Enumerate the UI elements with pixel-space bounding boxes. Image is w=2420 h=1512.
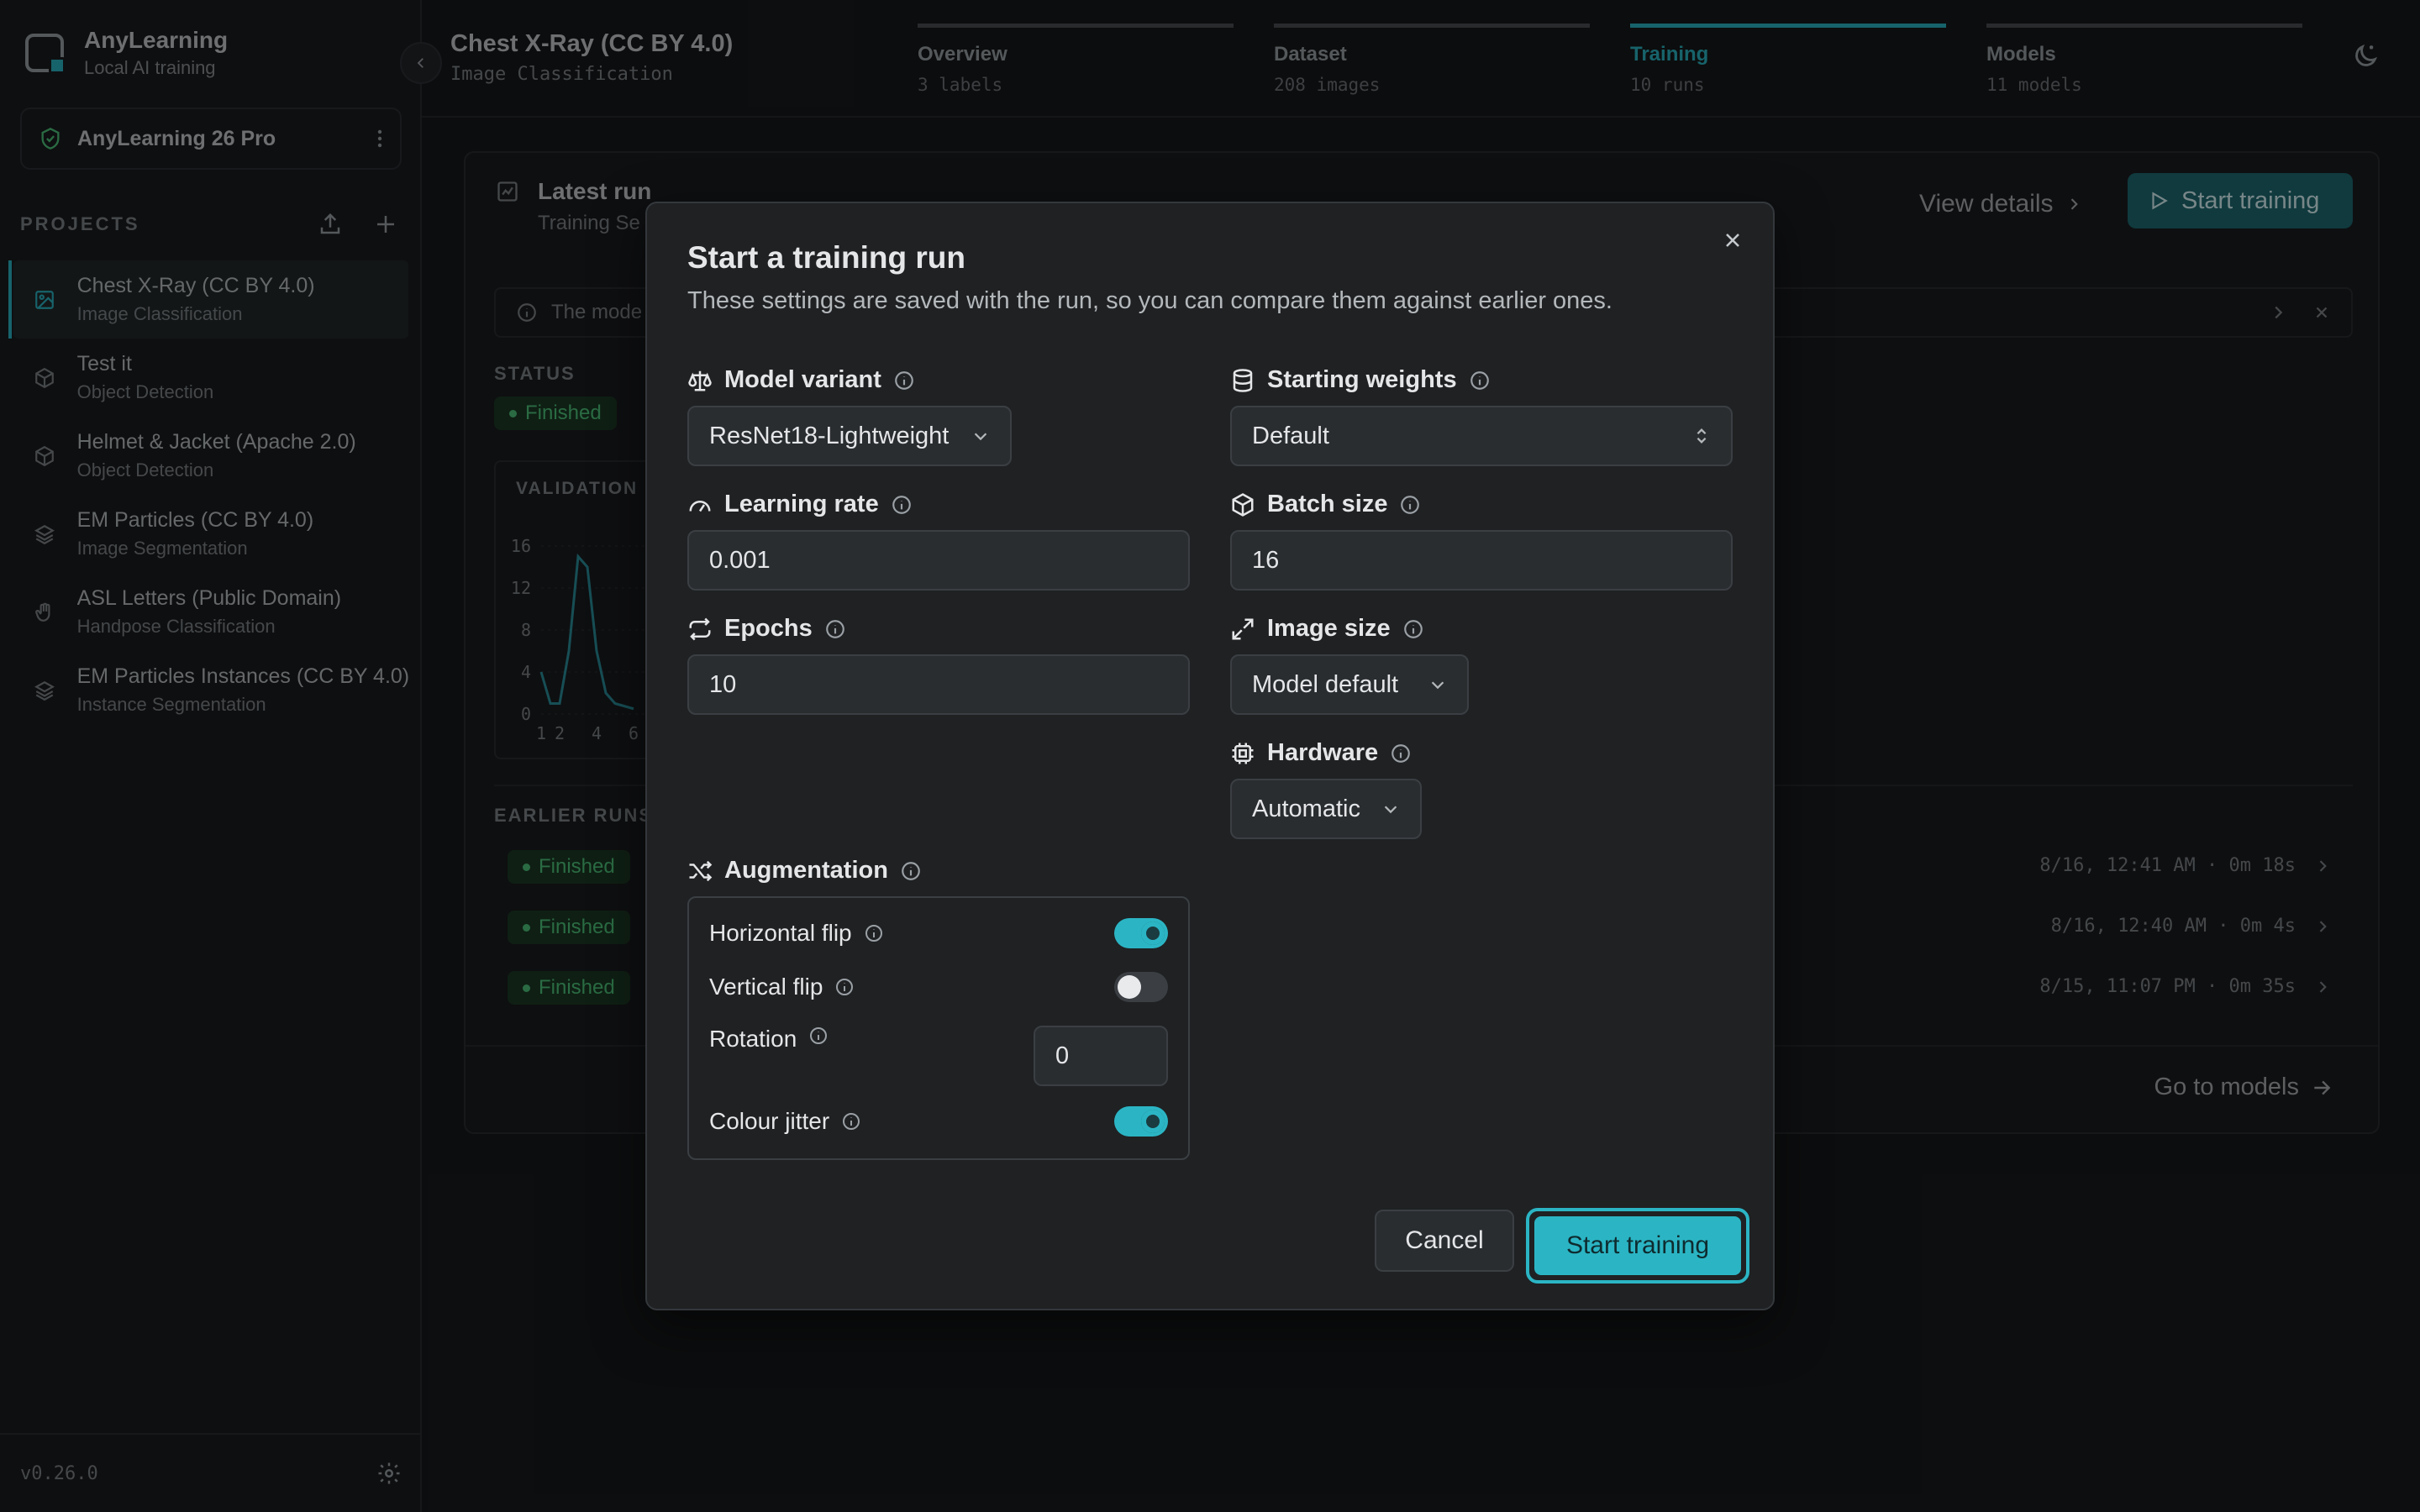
hardware-label: Hardware <box>1267 739 1379 766</box>
starting-weights-select[interactable]: Default <box>1230 406 1733 466</box>
vertical-flip-row: Vertical flip <box>709 972 1168 1002</box>
rotation-row: Rotation <box>709 1026 1168 1086</box>
starting-weights-field: Starting weights Default <box>1230 366 1733 466</box>
info-icon[interactable] <box>1402 618 1424 640</box>
cpu-icon <box>1230 741 1255 766</box>
close-icon[interactable] <box>1721 228 1744 252</box>
info-icon[interactable] <box>1390 743 1412 764</box>
model-variant-value: ResNet18-Lightweight <box>709 422 950 449</box>
batch-size-input[interactable] <box>1230 530 1733 591</box>
batch-size-field: Batch size <box>1230 491 1733 591</box>
shuffle-icon <box>687 858 713 884</box>
colour-jitter-label: Colour jitter <box>709 1108 830 1134</box>
start-training-button[interactable]: Start training <box>1526 1208 1749 1284</box>
info-icon[interactable] <box>864 923 884 943</box>
info-icon[interactable] <box>900 860 922 882</box>
learning-rate-label: Learning rate <box>724 491 879 517</box>
gauge-icon <box>687 492 713 517</box>
learning-rate-input[interactable] <box>687 530 1190 591</box>
expand-icon <box>1230 617 1255 642</box>
image-size-value: Model default <box>1252 670 1399 698</box>
augmentation-options: Horizontal flip Vertical flip Rotation 0… <box>687 896 1190 1160</box>
repeat-icon <box>687 617 713 642</box>
info-icon[interactable] <box>824 618 846 640</box>
rotation-label: Rotation <box>709 1026 797 1052</box>
info-icon[interactable] <box>841 1111 861 1131</box>
colour-jitter-row: Colour jitter <box>709 1106 1168 1137</box>
model-variant-field: Model variant ResNet18-Lightweight <box>687 366 1012 466</box>
learning-rate-field: Learning rate <box>687 491 1190 591</box>
start-training-dialog: Start a training run These settings are … <box>645 202 1775 1310</box>
hardware-field: Hardware Automatic <box>1230 739 1422 839</box>
vertical-flip-label: Vertical flip <box>709 974 823 1000</box>
horizontal-flip-toggle[interactable] <box>1114 918 1168 948</box>
dialog-description: These settings are saved with the run, s… <box>687 287 1612 314</box>
image-size-label: Image size <box>1267 615 1391 642</box>
info-icon[interactable] <box>808 1026 829 1046</box>
vertical-flip-toggle[interactable] <box>1114 972 1168 1002</box>
horizontal-flip-row: Horizontal flip <box>709 918 1168 948</box>
scale-icon <box>687 368 713 393</box>
chevron-up-down-icon <box>1692 424 1711 448</box>
augmentation-field: Augmentation Horizontal flip Vertical fl… <box>687 857 1190 1160</box>
cancel-button[interactable]: Cancel <box>1375 1210 1514 1272</box>
start-training-label: Start training <box>1534 1216 1741 1275</box>
epochs-field: Epochs <box>687 615 1190 715</box>
horizontal-flip-label: Horizontal flip <box>709 920 852 946</box>
epochs-label: Epochs <box>724 615 813 642</box>
model-variant-select[interactable]: ResNet18-Lightweight <box>687 406 1012 466</box>
hardware-value: Automatic <box>1252 795 1360 822</box>
info-icon[interactable] <box>891 494 913 516</box>
starting-weights-value: Default <box>1252 422 1329 449</box>
database-icon <box>1230 368 1255 393</box>
epochs-input[interactable] <box>687 654 1190 715</box>
dialog-title: Start a training run <box>687 240 965 275</box>
rotation-input[interactable] <box>1034 1026 1168 1086</box>
info-icon[interactable] <box>1399 494 1421 516</box>
batch-size-label: Batch size <box>1267 491 1388 517</box>
image-size-select[interactable]: Model default <box>1230 654 1469 715</box>
image-size-field: Image size Model default <box>1230 615 1469 715</box>
starting-weights-label: Starting weights <box>1267 366 1457 393</box>
info-icon[interactable] <box>1469 370 1491 391</box>
info-icon[interactable] <box>834 977 855 997</box>
model-variant-label: Model variant <box>724 366 881 393</box>
augmentation-label: Augmentation <box>724 857 888 884</box>
info-icon[interactable] <box>893 370 915 391</box>
chevron-down-icon <box>1428 675 1447 694</box>
hardware-select[interactable]: Automatic <box>1230 779 1422 839</box>
colour-jitter-toggle[interactable] <box>1114 1106 1168 1137</box>
box-icon <box>1230 492 1255 517</box>
chevron-down-icon <box>971 427 990 445</box>
chevron-down-icon <box>1381 800 1400 818</box>
